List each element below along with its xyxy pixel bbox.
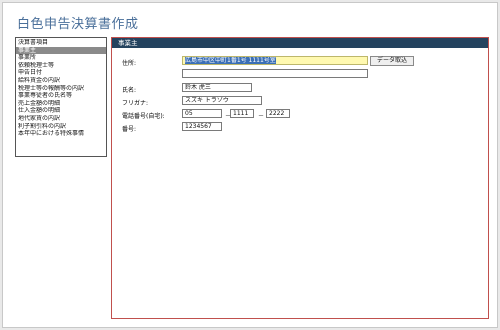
phone-line-field[interactable]: 2222 [266,109,290,118]
furigana-field[interactable]: スズキ トラゾウ [182,96,262,105]
sidebar-item-rent[interactable]: 地代家賃の内訳 [16,115,106,123]
sidebar-list[interactable]: 決算書項目 事業主 事業所 依頼税理士等 申告日付 給料賃金の内訳 税理士等の報… [15,37,107,157]
phone-label: 電話番号(自宅): [122,113,165,120]
sidebar-item-sales[interactable]: 売上金額の明細 [16,100,106,108]
address-label: 住所: [122,60,137,67]
import-data-button[interactable]: データ取込 [370,56,414,66]
sidebar-item-purchases[interactable]: 仕入金額の明細 [16,107,106,115]
sidebar-item-owner[interactable]: 事業主 [16,46,106,55]
sidebar-item-family-workers[interactable]: 事業専従者の氏名等 [16,92,106,100]
sidebar-item-interest[interactable]: 利子割引料の内訳 [16,123,106,131]
address-value: 広島市中区中町1番1号 1111号室 [185,57,276,64]
address-field[interactable]: 広島市中区中町1番1号 1111号室 [182,56,368,65]
name-field[interactable]: 鈴木 虎三 [182,83,252,92]
name-label: 氏名: [122,87,137,94]
furigana-label: フリガナ: [122,100,149,107]
number-label: 番号: [122,126,137,133]
sidebar-item-special-circumstances[interactable]: 本年中における特殊事情 [16,130,106,138]
page-title: 白色申告決算書作成 [17,17,139,32]
sidebar-item-filing-date[interactable]: 申告日付 [16,69,106,77]
sidebar-item-header[interactable]: 決算書項目 [16,39,106,47]
sidebar-item-tax-accountant[interactable]: 依頼税理士等 [16,62,106,70]
phone-separator-2: － [258,113,265,120]
sidebar-item-office[interactable]: 事業所 [16,54,106,62]
panel-title: 事業主 [112,38,488,48]
address2-field[interactable] [182,69,368,78]
number-field[interactable]: 1234567 [182,122,222,131]
sidebar-item-salary[interactable]: 給料賃金の内訳 [16,77,106,85]
phone-exchange-field[interactable]: 1111 [230,109,254,118]
phone-area-field[interactable]: 05 [182,109,222,118]
owner-panel: 事業主 住所: 広島市中区中町1番1号 1111号室 データ取込 氏名: 鈴木 … [111,37,489,319]
app-window: 白色申告決算書作成 決算書項目 事業主 事業所 依頼税理士等 申告日付 給料賃金… [2,2,498,328]
sidebar-item-accountant-fees[interactable]: 税理士等の報酬等の内訳 [16,85,106,93]
